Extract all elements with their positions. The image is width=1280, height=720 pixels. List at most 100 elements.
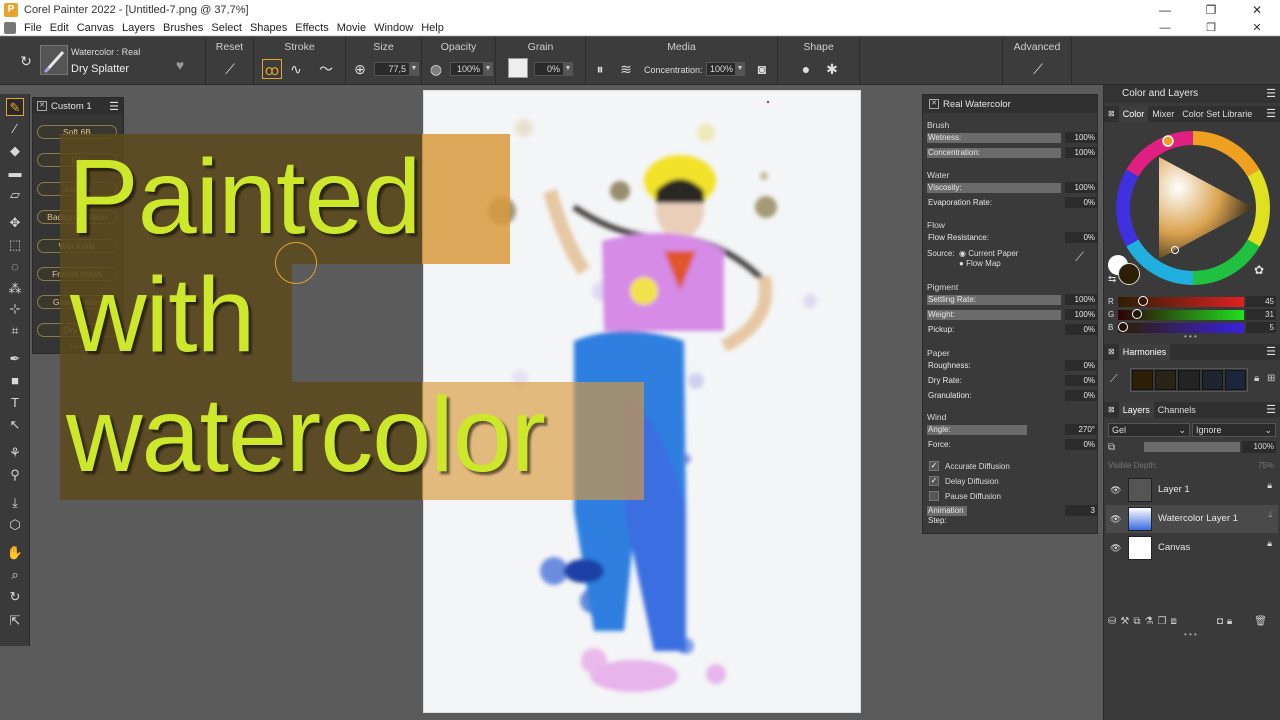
reset-brush-icon[interactable]: ⟋ [220, 59, 240, 79]
tab-color-set-libraries[interactable]: Color Set Librarie [1178, 106, 1256, 122]
angle-row[interactable]: Angle: 270° [927, 424, 1097, 436]
grabber-tool-icon[interactable]: ✋ [6, 544, 24, 562]
pickup-row[interactable]: Pickup: 0% [927, 324, 1097, 336]
roughness-value[interactable]: 0% [1065, 360, 1097, 371]
settling-rate-row[interactable]: Settling Rate: 100% [927, 294, 1097, 306]
flow-map-brush-icon[interactable]: ⟋ [1075, 249, 1084, 265]
close-icon[interactable]: ⊠ [1104, 106, 1119, 122]
tab-mixer[interactable]: Mixer [1148, 106, 1178, 122]
shape-dab-icon[interactable]: ● [796, 59, 816, 79]
evaporation-value[interactable]: 0% [1065, 197, 1097, 208]
advanced-brush-icon[interactable]: ⟋ [1028, 59, 1048, 79]
perspective-icon[interactable]: ⤓ [6, 494, 24, 512]
media-pause-icon[interactable]: ⏸ [590, 59, 610, 79]
menu-layers[interactable]: Layers [122, 22, 155, 34]
dry-icon[interactable]: ◙ [752, 59, 772, 79]
dropper-tool-icon[interactable]: ⁄ [6, 120, 24, 138]
roughness-row[interactable]: Roughness: 0% [927, 360, 1097, 372]
tab-color[interactable]: Color [1118, 106, 1149, 122]
composite-method-select[interactable]: Gel ⌄ [1108, 423, 1190, 437]
rectangle-shape-icon[interactable]: ■ [6, 372, 24, 390]
composite-depth-select[interactable]: Ignore ⌄ [1192, 423, 1276, 437]
red-knob[interactable] [1138, 296, 1148, 306]
menu-window[interactable]: Window [374, 22, 413, 34]
rect-select-icon[interactable]: ⬚ [6, 236, 24, 254]
brush-dab-preview[interactable] [40, 45, 68, 75]
grain-dropdown[interactable]: ▼ [563, 62, 573, 76]
red-value[interactable]: 45 [1246, 296, 1276, 307]
wetness-row[interactable]: Wetness: 100% [927, 132, 1097, 144]
maximize-button[interactable]: ❐ [1188, 0, 1234, 20]
menu-brushes[interactable]: Brushes [163, 22, 203, 34]
menu-help[interactable]: Help [421, 22, 444, 34]
color-wheel[interactable] [1114, 129, 1272, 287]
dry-rate-row[interactable]: Dry Rate: 0% [927, 375, 1097, 387]
viscosity-value[interactable]: 100% [1065, 182, 1097, 193]
color-menu-icon[interactable]: ☰ [1266, 107, 1276, 120]
opacity-field[interactable]: 100% [450, 62, 484, 76]
eraser-tool-icon[interactable]: ▱ [6, 186, 24, 204]
opacity-dropdown[interactable]: ▼ [483, 62, 493, 76]
document-icon[interactable] [4, 21, 16, 34]
menu-file[interactable]: File [24, 22, 42, 34]
concentration-dropdown[interactable]: ▼ [735, 62, 745, 76]
animation-step-value[interactable]: 3 [1065, 505, 1097, 516]
favorite-heart-icon[interactable]: ♥ [170, 55, 190, 75]
navigator-icon[interactable]: ⇱ [6, 612, 24, 630]
menu-effects[interactable]: Effects [295, 22, 328, 34]
settling-rate-value[interactable]: 100% [1065, 294, 1097, 305]
viscosity-row[interactable]: Viscosity: 100% [927, 182, 1097, 194]
force-value[interactable]: 0% [1065, 439, 1097, 450]
eye-icon[interactable]: 👁︎ [1110, 543, 1121, 554]
force-row[interactable]: Force: 0% [927, 439, 1097, 451]
evaporation-row[interactable]: Evaporation Rate: 0% [927, 197, 1097, 209]
granulation-row[interactable]: Granulation: 0% [927, 390, 1097, 402]
media-wet-icon[interactable]: ≋ [616, 59, 636, 79]
flow-resistance-row[interactable]: Flow Resistance: 0% [927, 232, 1097, 244]
eye-icon[interactable]: 👁︎ [1110, 485, 1121, 496]
new-layer-options-icon[interactable]: ⧈ [1170, 616, 1176, 630]
green-knob[interactable] [1132, 309, 1142, 319]
layer-opacity-slider[interactable] [1144, 442, 1240, 452]
magnifier-tool-icon[interactable]: ⌕ [6, 566, 24, 584]
cloner-tool-icon[interactable]: ⚘ [6, 444, 24, 462]
layer-lock-icon[interactable]: 🔒︎ [1267, 538, 1272, 549]
harmony-swatch[interactable] [1178, 370, 1200, 390]
pen-tool-icon[interactable]: ✒ [6, 350, 24, 368]
pause-diffusion-checkbox[interactable]: Pause Diffusion [929, 491, 1001, 501]
blue-value[interactable]: 5 [1246, 322, 1276, 333]
new-layer-icon[interactable]: ◘ [1217, 616, 1223, 630]
harmonies-menu-icon[interactable]: ☰ [1266, 345, 1276, 358]
menu-canvas[interactable]: Canvas [77, 22, 114, 34]
text-tool-icon[interactable]: T [6, 394, 24, 412]
menu-edit[interactable]: Edit [50, 22, 69, 34]
harmony-swatch[interactable] [1132, 370, 1154, 390]
magic-wand-icon[interactable]: ⁂ [6, 280, 24, 298]
wetness-value[interactable]: 100% [1065, 132, 1097, 143]
trash-icon[interactable]: 🗑︎ [1254, 616, 1267, 630]
menu-shapes[interactable]: Shapes [250, 22, 287, 34]
doc-minimize-button[interactable]: — [1142, 20, 1188, 36]
real-watercolor-header[interactable]: ✕ Real Watercolor [923, 95, 1097, 113]
shape-splatter-icon[interactable]: ✱ [822, 59, 842, 79]
red-slider-row[interactable]: R 45 [1108, 296, 1278, 308]
dynamic-plugins-icon[interactable]: ⚒ [1120, 616, 1129, 630]
brush-library-icon[interactable]: ↻ [16, 51, 36, 71]
stroke-type-icon[interactable]: 〜 [316, 59, 336, 79]
color-variability-icon[interactable]: ✿ [1254, 263, 1264, 277]
delay-diffusion-checkbox[interactable]: ✓ Delay Diffusion [929, 476, 999, 486]
harmony-add-icon[interactable]: ⊞ [1267, 373, 1275, 384]
paper-grain-swatch[interactable] [508, 58, 528, 78]
lock-layer-icon[interactable]: 🔒︎ [1227, 616, 1232, 630]
hue-ring-knob[interactable] [1162, 135, 1174, 147]
fill-rect-icon[interactable]: ▬ [6, 164, 24, 182]
crop-tool-icon[interactable]: ⌗ [6, 322, 24, 340]
paint-bucket-icon[interactable]: ◆ [6, 142, 24, 160]
menu-select[interactable]: Select [211, 22, 242, 34]
group-layers-icon[interactable]: ❐ [1157, 616, 1166, 630]
layer-row-layer1[interactable]: 👁︎ Layer 1 🔒︎ [1106, 476, 1278, 504]
concentration-rw-value[interactable]: 100% [1065, 147, 1097, 158]
layer-adjuster-icon[interactable]: ✥ [6, 214, 24, 232]
layer-lock-icon[interactable]: 🔒︎ [1267, 480, 1272, 491]
media-layer-icon[interactable]: ⚗ [1145, 616, 1154, 630]
